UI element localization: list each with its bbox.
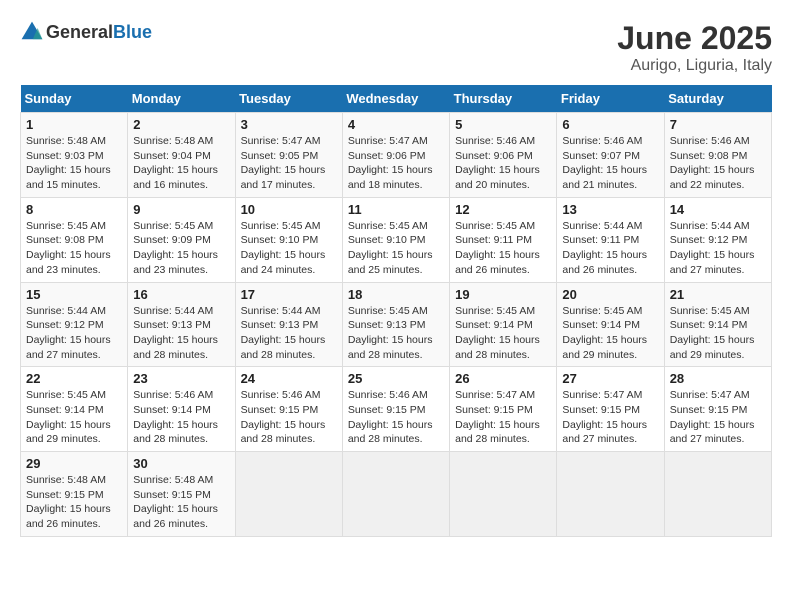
- calendar-week-1: 1Sunrise: 5:48 AMSunset: 9:03 PMDaylight…: [21, 113, 772, 198]
- logo-text-general: General: [46, 22, 113, 42]
- calendar-subtitle: Aurigo, Liguria, Italy: [617, 57, 772, 75]
- table-row: 24Sunrise: 5:46 AMSunset: 9:15 PMDayligh…: [235, 367, 342, 452]
- table-row: [557, 452, 664, 537]
- calendar-title: June 2025: [617, 20, 772, 57]
- table-row: 30Sunrise: 5:48 AMSunset: 9:15 PMDayligh…: [128, 452, 235, 537]
- table-row: 27Sunrise: 5:47 AMSunset: 9:15 PMDayligh…: [557, 367, 664, 452]
- table-row: [235, 452, 342, 537]
- table-row: 16Sunrise: 5:44 AMSunset: 9:13 PMDayligh…: [128, 282, 235, 367]
- table-row: 22Sunrise: 5:45 AMSunset: 9:14 PMDayligh…: [21, 367, 128, 452]
- table-row: 7Sunrise: 5:46 AMSunset: 9:08 PMDaylight…: [664, 113, 771, 198]
- logo-text-blue: Blue: [113, 22, 152, 42]
- table-row: 4Sunrise: 5:47 AMSunset: 9:06 PMDaylight…: [342, 113, 449, 198]
- col-wednesday: Wednesday: [342, 85, 449, 113]
- logo-icon: [20, 20, 44, 44]
- table-row: 9Sunrise: 5:45 AMSunset: 9:09 PMDaylight…: [128, 197, 235, 282]
- table-row: 13Sunrise: 5:44 AMSunset: 9:11 PMDayligh…: [557, 197, 664, 282]
- table-row: 29Sunrise: 5:48 AMSunset: 9:15 PMDayligh…: [21, 452, 128, 537]
- col-tuesday: Tuesday: [235, 85, 342, 113]
- table-row: 18Sunrise: 5:45 AMSunset: 9:13 PMDayligh…: [342, 282, 449, 367]
- logo: GeneralBlue: [20, 20, 152, 44]
- calendar-header-row: Sunday Monday Tuesday Wednesday Thursday…: [21, 85, 772, 113]
- col-sunday: Sunday: [21, 85, 128, 113]
- table-row: 28Sunrise: 5:47 AMSunset: 9:15 PMDayligh…: [664, 367, 771, 452]
- calendar-week-3: 15Sunrise: 5:44 AMSunset: 9:12 PMDayligh…: [21, 282, 772, 367]
- page-header: GeneralBlue June 2025 Aurigo, Liguria, I…: [20, 20, 772, 75]
- table-row: 5Sunrise: 5:46 AMSunset: 9:06 PMDaylight…: [450, 113, 557, 198]
- table-row: 19Sunrise: 5:45 AMSunset: 9:14 PMDayligh…: [450, 282, 557, 367]
- table-row: 17Sunrise: 5:44 AMSunset: 9:13 PMDayligh…: [235, 282, 342, 367]
- table-row: 25Sunrise: 5:46 AMSunset: 9:15 PMDayligh…: [342, 367, 449, 452]
- calendar-table: Sunday Monday Tuesday Wednesday Thursday…: [20, 85, 772, 537]
- col-friday: Friday: [557, 85, 664, 113]
- table-row: 6Sunrise: 5:46 AMSunset: 9:07 PMDaylight…: [557, 113, 664, 198]
- table-row: 11Sunrise: 5:45 AMSunset: 9:10 PMDayligh…: [342, 197, 449, 282]
- col-saturday: Saturday: [664, 85, 771, 113]
- table-row: 15Sunrise: 5:44 AMSunset: 9:12 PMDayligh…: [21, 282, 128, 367]
- table-row: 10Sunrise: 5:45 AMSunset: 9:10 PMDayligh…: [235, 197, 342, 282]
- table-row: 14Sunrise: 5:44 AMSunset: 9:12 PMDayligh…: [664, 197, 771, 282]
- col-thursday: Thursday: [450, 85, 557, 113]
- table-row: 1Sunrise: 5:48 AMSunset: 9:03 PMDaylight…: [21, 113, 128, 198]
- table-row: [342, 452, 449, 537]
- table-row: 3Sunrise: 5:47 AMSunset: 9:05 PMDaylight…: [235, 113, 342, 198]
- table-row: 21Sunrise: 5:45 AMSunset: 9:14 PMDayligh…: [664, 282, 771, 367]
- calendar-week-2: 8Sunrise: 5:45 AMSunset: 9:08 PMDaylight…: [21, 197, 772, 282]
- table-row: 12Sunrise: 5:45 AMSunset: 9:11 PMDayligh…: [450, 197, 557, 282]
- table-row: [450, 452, 557, 537]
- table-row: 8Sunrise: 5:45 AMSunset: 9:08 PMDaylight…: [21, 197, 128, 282]
- table-row: [664, 452, 771, 537]
- table-row: 26Sunrise: 5:47 AMSunset: 9:15 PMDayligh…: [450, 367, 557, 452]
- title-area: June 2025 Aurigo, Liguria, Italy: [617, 20, 772, 75]
- calendar-week-4: 22Sunrise: 5:45 AMSunset: 9:14 PMDayligh…: [21, 367, 772, 452]
- table-row: 23Sunrise: 5:46 AMSunset: 9:14 PMDayligh…: [128, 367, 235, 452]
- table-row: 2Sunrise: 5:48 AMSunset: 9:04 PMDaylight…: [128, 113, 235, 198]
- calendar-week-5: 29Sunrise: 5:48 AMSunset: 9:15 PMDayligh…: [21, 452, 772, 537]
- col-monday: Monday: [128, 85, 235, 113]
- table-row: 20Sunrise: 5:45 AMSunset: 9:14 PMDayligh…: [557, 282, 664, 367]
